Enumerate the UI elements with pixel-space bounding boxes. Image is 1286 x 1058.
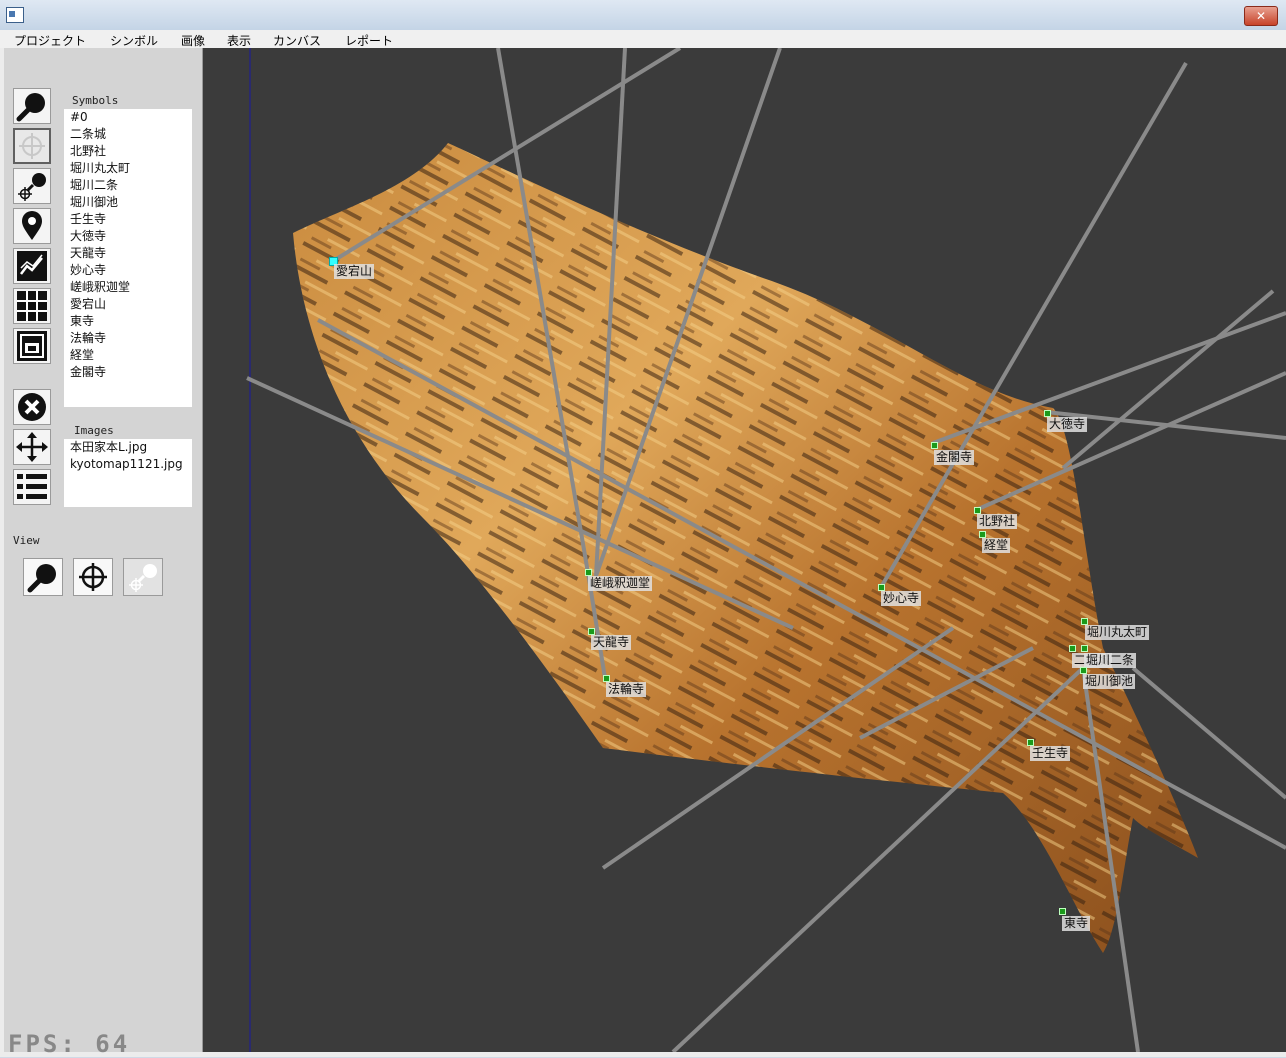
gcp-marker-saga-shakado[interactable] (585, 569, 592, 576)
gcp-marker-daitokuji[interactable] (1044, 410, 1051, 417)
chart-line-tool-button[interactable] (13, 248, 51, 284)
map-pin-icon (22, 211, 42, 240)
menu-symbol[interactable]: シンボル (110, 32, 158, 49)
close-button[interactable]: ✕ (1244, 6, 1278, 26)
view-crosshair-button[interactable] (73, 558, 113, 596)
sidebar: Symbols #0 二条城 北野社 堀川丸太町 堀川二条 堀川御池 壬生寺 大… (4, 48, 203, 1058)
gcp-marker-horinji[interactable] (603, 675, 610, 682)
gcp-marker-nijojo[interactable] (1069, 645, 1076, 652)
zoom-icon (16, 93, 45, 122)
chart-line-icon (17, 251, 47, 281)
symbols-label: Symbols (72, 94, 119, 107)
pin-crosshair-icon (18, 173, 46, 201)
map-label[interactable]: 堀川御池 (1083, 674, 1136, 689)
list-item[interactable]: 大徳寺 (70, 228, 192, 245)
menu-view[interactable]: 表示 (227, 32, 251, 49)
map-label[interactable]: 東寺 (1062, 916, 1091, 931)
grid-tool-button[interactable] (13, 288, 51, 324)
images-label: Images (74, 424, 114, 437)
map-label[interactable]: 嵯峨釈迦堂 (588, 576, 653, 591)
map-label[interactable]: 北野社 (977, 514, 1018, 529)
view-zoom-button[interactable] (23, 558, 63, 596)
move-icon (16, 432, 48, 462)
gcp-marker-myoshinji[interactable] (878, 584, 885, 591)
list-item[interactable]: 法輪寺 (70, 330, 192, 347)
gcp-marker-toji[interactable] (1059, 908, 1066, 915)
list-item[interactable]: 本田家本L.jpg (70, 439, 192, 456)
map-texture-streaks (293, 143, 1198, 953)
map-label[interactable]: 堀川二条 (1084, 653, 1137, 668)
gcp-marker-mibudera[interactable] (1027, 739, 1034, 746)
list-item[interactable]: #0 (70, 109, 192, 126)
menu-bar: プロジェクト シンボル 画像 表示 カンバス レポート (0, 30, 1286, 49)
list-item[interactable]: 妙心寺 (70, 262, 192, 279)
menu-canvas[interactable]: カンバス (273, 32, 321, 49)
gcp-marker-tenryuji[interactable] (588, 628, 595, 635)
gcp-marker-kyodo[interactable] (979, 531, 986, 538)
list-item[interactable]: 愛宕山 (70, 296, 192, 313)
gcp-marker-horikawa-marutamachi[interactable] (1081, 618, 1088, 625)
list-tool-button[interactable] (13, 469, 51, 505)
menu-image[interactable]: 画像 (181, 32, 205, 49)
map-label[interactable]: 壬生寺 (1030, 746, 1071, 761)
map-label[interactable]: 愛宕山 (334, 264, 375, 279)
delete-tool-button[interactable] (13, 389, 51, 425)
list-item[interactable]: 天龍寺 (70, 245, 192, 262)
menu-report[interactable]: レポート (345, 32, 393, 49)
grid-icon (17, 291, 47, 321)
map-label[interactable]: 経堂 (982, 538, 1011, 553)
crosshair-icon (19, 133, 45, 159)
map-label[interactable]: 堀川丸太町 (1085, 625, 1150, 640)
frame-tool-button[interactable] (13, 328, 51, 364)
pin-crosshair-icon (129, 564, 157, 592)
zoom-tool-button[interactable] (13, 88, 51, 124)
zoom-icon (27, 564, 56, 593)
pin-crosshair-tool-button[interactable] (13, 168, 51, 204)
map-label[interactable]: 大徳寺 (1047, 417, 1088, 432)
fps-counter: FPS: 64 (8, 1030, 131, 1058)
crosshair-tool-button[interactable] (13, 128, 51, 164)
images-list[interactable]: 本田家本L.jpg kyotomap1121.jpg (64, 439, 192, 507)
view-label: View (13, 534, 40, 547)
title-bar: ✕ (0, 0, 1286, 30)
move-tool-button[interactable] (13, 429, 51, 465)
list-item[interactable]: 北野社 (70, 143, 192, 160)
map-label[interactable]: 法輪寺 (606, 682, 647, 697)
warped-map-scene (246, 48, 1286, 1052)
list-item[interactable]: 壬生寺 (70, 211, 192, 228)
view-pin-crosshair-button[interactable] (123, 558, 163, 596)
gcp-marker-horikawa-oike[interactable] (1080, 667, 1087, 674)
map-label[interactable]: 天龍寺 (591, 635, 632, 650)
list-item[interactable]: 堀川二条 (70, 177, 192, 194)
list-item[interactable]: 経堂 (70, 347, 192, 364)
map-pin-tool-button[interactable] (13, 208, 51, 244)
list-item[interactable]: 金閣寺 (70, 364, 192, 381)
crosshair-icon (79, 563, 107, 591)
list-item[interactable]: 二条城 (70, 126, 192, 143)
map-label[interactable]: 妙心寺 (881, 591, 922, 606)
gcp-marker-kinkakuji[interactable] (931, 442, 938, 449)
list-item[interactable]: 堀川丸太町 (70, 160, 192, 177)
frame-icon (17, 331, 47, 361)
map-label[interactable]: 金閣寺 (934, 450, 975, 465)
list-item[interactable]: 東寺 (70, 313, 192, 330)
close-circle-icon (18, 393, 46, 421)
menu-project[interactable]: プロジェクト (14, 32, 86, 49)
list-icon (17, 474, 47, 499)
gcp-marker-kitanosha[interactable] (974, 507, 981, 514)
list-item[interactable]: kyotomap1121.jpg (70, 456, 192, 473)
list-item[interactable]: 堀川御池 (70, 194, 192, 211)
symbols-list[interactable]: #0 二条城 北野社 堀川丸太町 堀川二条 堀川御池 壬生寺 大徳寺 天龍寺 妙… (64, 109, 192, 407)
gcp-marker-horikawa-nijo[interactable] (1081, 645, 1088, 652)
map-canvas[interactable]: 愛宕山 大徳寺 金閣寺 北野社 経堂 嵯峨釈迦堂 妙心寺 天龍寺 法輪寺 堀川丸… (203, 48, 1286, 1052)
client-area: Symbols #0 二条城 北野社 堀川丸太町 堀川二条 堀川御池 壬生寺 大… (0, 48, 1286, 1058)
app-icon[interactable] (6, 7, 24, 23)
list-item[interactable]: 嵯峨釈迦堂 (70, 279, 192, 296)
